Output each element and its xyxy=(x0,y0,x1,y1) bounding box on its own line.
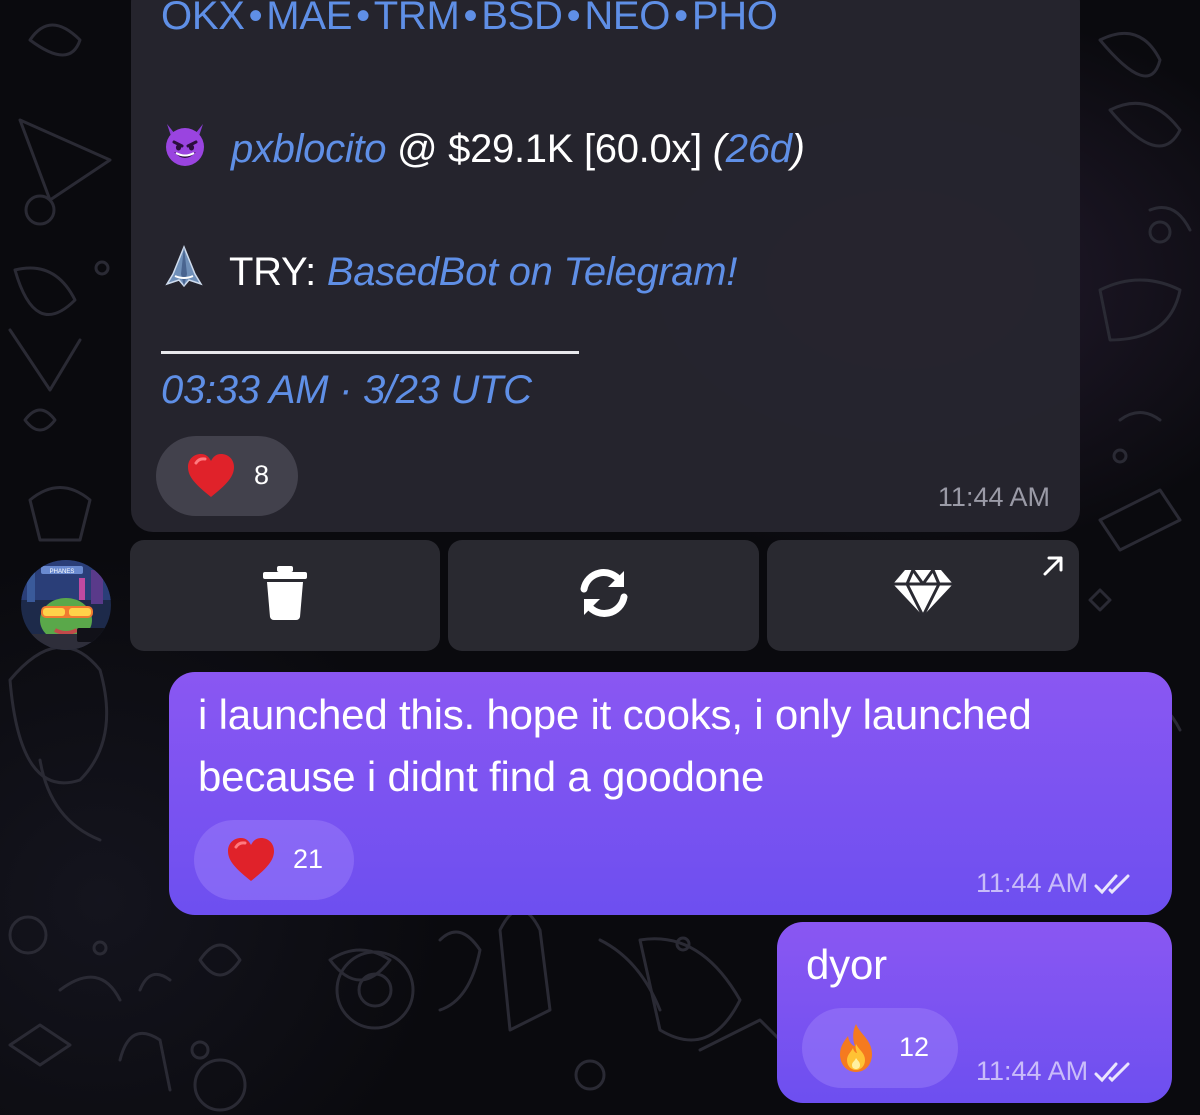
basedbot-link[interactable]: BasedBot on Telegram! xyxy=(327,250,738,295)
refresh-icon xyxy=(574,563,634,628)
reaction-chip[interactable]: 21 xyxy=(194,820,354,900)
read-double-check-icon xyxy=(1092,1060,1134,1084)
red-heart-icon xyxy=(226,837,276,888)
outgoing-message-bubble: i launched this. hope it cooks, i only l… xyxy=(169,672,1172,915)
diamond-link-button[interactable] xyxy=(767,540,1079,651)
dev-mcap: $29.1K xyxy=(448,126,574,171)
ticker-link[interactable]: TRM xyxy=(374,0,460,38)
arrow-up-right-icon xyxy=(1041,554,1065,583)
ticker-separator: • xyxy=(248,0,263,38)
diamond-icon xyxy=(891,568,955,623)
reaction-count: 12 xyxy=(899,1032,930,1062)
utc-timestamp-link[interactable]: 03:33 AM · 3/23 UTC xyxy=(161,368,532,413)
dev-multiple: [60.0x] xyxy=(583,126,702,171)
ticker-link[interactable]: NEO xyxy=(584,0,670,38)
delete-button[interactable] xyxy=(130,540,440,651)
reaction-count: 8 xyxy=(254,460,270,490)
dev-age-link[interactable]: 26d xyxy=(726,127,792,172)
red-heart-icon xyxy=(186,453,236,504)
read-double-check-icon xyxy=(1092,872,1134,896)
dev-at: @ xyxy=(397,126,438,171)
dev-age-close-paren: ) xyxy=(791,126,805,171)
ticker-link[interactable]: OKX xyxy=(161,0,245,38)
avatar[interactable]: PHANES xyxy=(21,560,111,650)
trash-icon xyxy=(262,565,308,626)
try-label: TRY: xyxy=(229,249,316,294)
reaction-chip[interactable]: 8 xyxy=(156,436,298,516)
svg-text:PHANES: PHANES xyxy=(50,569,75,575)
ticker-link[interactable]: PHO xyxy=(692,0,778,38)
incoming-message-bubble: OKX • MAE • TRM • BSD • NEO • PHO pxblocito @ $29.… xyxy=(131,0,1080,532)
ticker-link[interactable]: BSD xyxy=(481,0,563,38)
smiling-imp-emoji-icon xyxy=(161,120,209,178)
ticker-links: OKX • MAE • TRM • BSD • NEO • PHO xyxy=(161,0,778,39)
shark-icon xyxy=(161,244,207,300)
refresh-button[interactable] xyxy=(448,540,759,651)
reaction-count: 21 xyxy=(293,844,324,874)
message-time: 11:44 AM xyxy=(976,1056,1134,1087)
dev-age-open-paren: ( xyxy=(712,126,726,171)
message-text: dyor xyxy=(806,941,887,988)
ticker-separator: • xyxy=(674,0,688,38)
ticker-separator: • xyxy=(356,0,370,38)
try-row: TRY: BasedBot on Telegram! xyxy=(161,244,737,300)
text-divider xyxy=(161,351,579,354)
message-text: i launched this. hope it cooks, i only l… xyxy=(198,691,1032,800)
dev-info-row: pxblocito @ $29.1K [60.0x] (26d) xyxy=(161,120,805,178)
ticker-separator: • xyxy=(463,0,478,38)
dev-name-link[interactable]: pxblocito xyxy=(231,127,386,172)
reaction-chip[interactable]: 12 xyxy=(802,1008,958,1088)
message-time: 11:44 AM xyxy=(976,868,1134,899)
fire-icon xyxy=(834,1022,878,1079)
outgoing-message-bubble: dyor 12 11:44 AM xyxy=(777,922,1172,1103)
ticker-separator: • xyxy=(566,0,581,38)
ticker-link[interactable]: MAE xyxy=(266,0,352,38)
message-time: 11:44 AM xyxy=(937,482,1050,512)
